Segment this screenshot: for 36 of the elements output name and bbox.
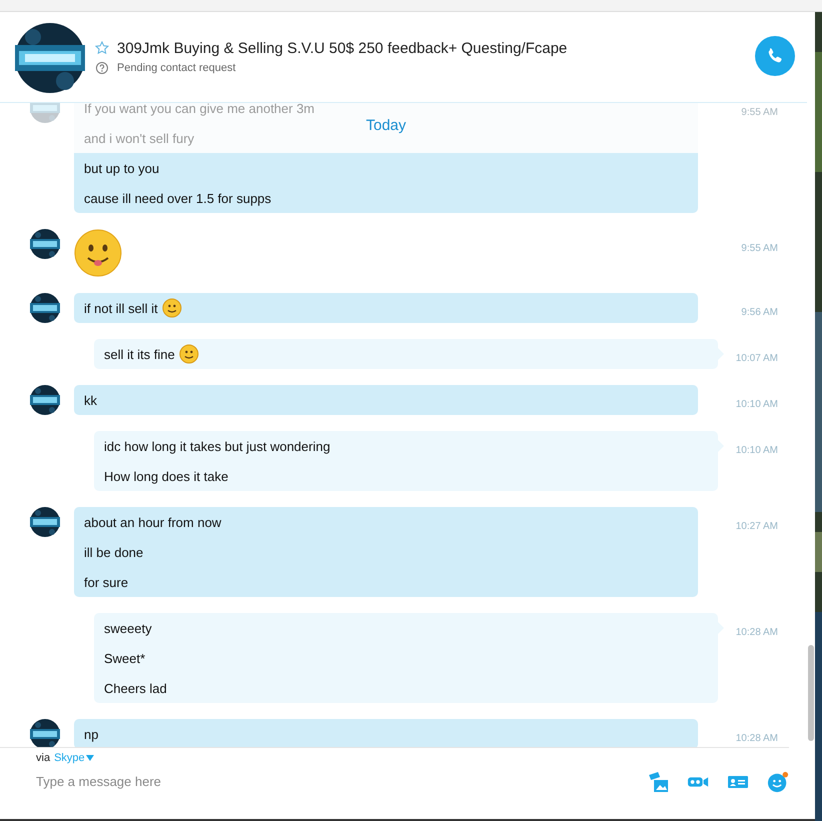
message-text: kk xyxy=(84,392,97,408)
date-divider: Today xyxy=(366,116,406,134)
message-text: cause ill need over 1.5 for supps xyxy=(84,190,272,206)
message-time: 10:27 AM xyxy=(736,521,778,532)
via-label: via xyxy=(36,752,50,764)
image-send-icon[interactable] xyxy=(647,770,669,792)
message-text: but up to you xyxy=(84,160,160,176)
message-text: about an hour from now xyxy=(84,514,222,530)
message-text: sell it its fine xyxy=(104,346,175,362)
message-time: 10:10 AM xyxy=(736,445,778,456)
message-time: 10:10 AM xyxy=(736,399,778,410)
message-text: and i won't sell fury xyxy=(84,130,194,146)
message-time: 10:28 AM xyxy=(736,733,778,744)
message-time: 9:55 AM xyxy=(741,243,778,254)
message-text: sweeety xyxy=(104,620,152,636)
message-text: How long does it take xyxy=(104,468,228,484)
message-text: np xyxy=(84,726,98,742)
message-text: If you want you can give me another 3m xyxy=(84,103,315,116)
smiley-emoji xyxy=(74,229,122,277)
contact-status: Pending contact request xyxy=(117,62,236,74)
contact-name: 309Jmk Buying & Selling S.V.U 50$ 250 feedback+ Questing/Fcape xyxy=(117,40,568,56)
message-time: 10:07 AM xyxy=(736,353,778,364)
message-text: idc how long it takes but just wondering xyxy=(104,438,330,454)
smiley-icon[interactable] xyxy=(767,770,789,792)
message-text: Sweet* xyxy=(104,650,146,666)
message-time: 9:55 AM xyxy=(741,107,778,118)
message-text: for sure xyxy=(84,574,128,590)
message-time: 9:56 AM xyxy=(741,307,778,318)
message-text: ill be done xyxy=(84,544,144,560)
message-time: 10:28 AM xyxy=(736,627,778,638)
network-dropdown[interactable]: Skype xyxy=(54,752,94,764)
help-icon[interactable] xyxy=(95,60,109,74)
call-button[interactable] xyxy=(755,36,795,76)
star-icon[interactable] xyxy=(95,41,109,55)
message-text: Cheers lad xyxy=(104,680,167,696)
message-text: if not ill sell it xyxy=(84,300,158,316)
